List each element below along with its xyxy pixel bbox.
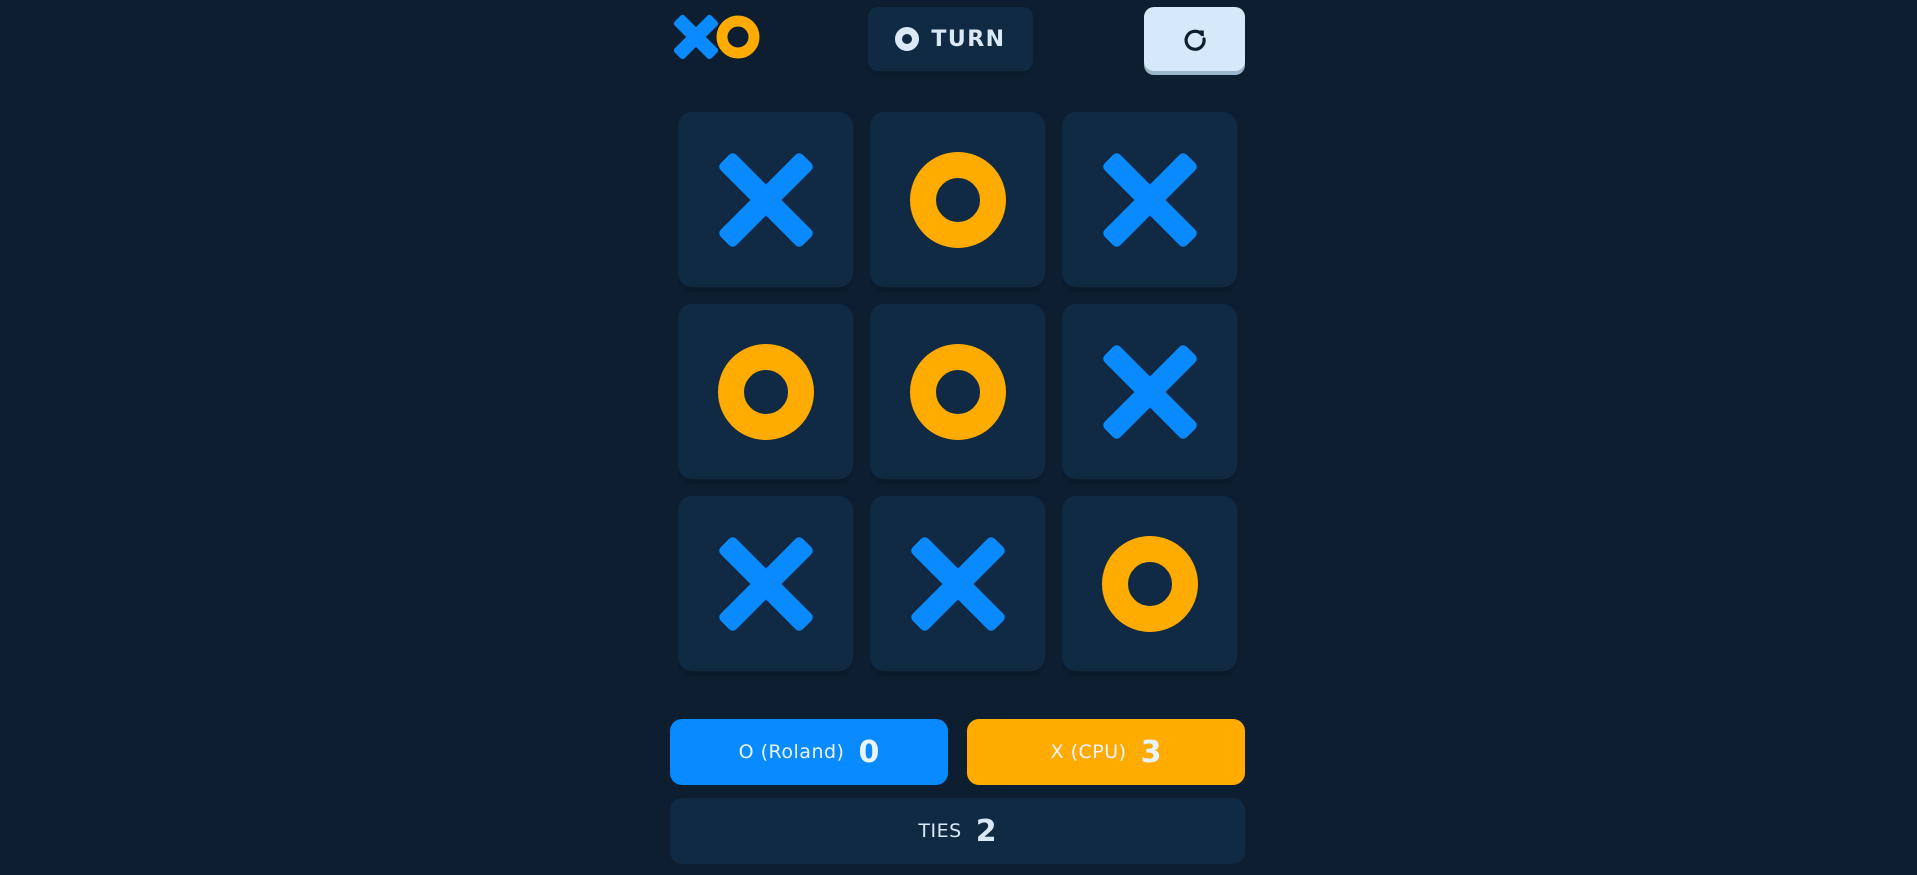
x-icon: [673, 14, 719, 60]
o-icon: [716, 15, 760, 59]
x-mark-icon: [718, 152, 813, 247]
board-cell-3[interactable]: [1062, 112, 1237, 287]
board-cell-5[interactable]: [870, 304, 1045, 479]
restart-icon: [1184, 29, 1206, 51]
game-board: [678, 112, 1238, 672]
score-o-card: O (Roland) 0: [670, 719, 948, 785]
board-cell-1[interactable]: [678, 112, 853, 287]
board-cell-6[interactable]: [1062, 304, 1237, 479]
logo: [670, 14, 760, 60]
score-x-label: X (CPU): [1050, 741, 1127, 763]
o-mark-icon: [1101, 535, 1198, 632]
o-mark-icon: [909, 343, 1006, 440]
board-cell-4[interactable]: [678, 304, 853, 479]
o-mark-icon: [717, 343, 814, 440]
x-mark-icon: [1102, 344, 1197, 439]
x-mark-icon: [718, 536, 813, 631]
x-mark-icon: [910, 536, 1005, 631]
score-x-value: 3: [1140, 734, 1162, 770]
o-mark-icon: [909, 151, 1006, 248]
turn-indicator: TURN: [868, 7, 1033, 71]
score-o-value: 0: [858, 734, 880, 770]
turn-label: TURN: [931, 26, 1006, 52]
ties-value: 2: [975, 813, 997, 849]
board-cell-2[interactable]: [870, 112, 1045, 287]
ties-label: TIES: [918, 820, 962, 842]
score-o-label: O (Roland): [738, 741, 845, 763]
x-mark-icon: [1102, 152, 1197, 247]
board-cell-9[interactable]: [1062, 496, 1237, 671]
board-cell-7[interactable]: [678, 496, 853, 671]
game-screen: TURN O (Roland) 0 X (CPU) 3 TIES 2: [670, 0, 1245, 875]
ties-card: TIES 2: [670, 798, 1245, 864]
board-cell-8[interactable]: [870, 496, 1045, 671]
score-x-card: X (CPU) 3: [967, 719, 1245, 785]
restart-button[interactable]: [1144, 7, 1245, 71]
o-turn-icon: [895, 27, 920, 51]
